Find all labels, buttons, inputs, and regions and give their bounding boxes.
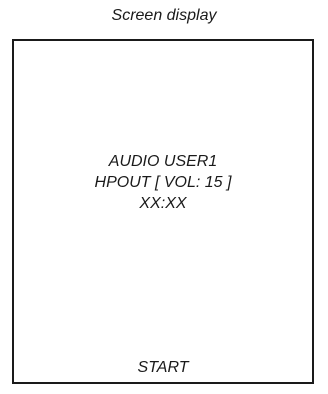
screen-display: AUDIO USER1 HPOUT [ VOL: 15 ] XX:XX STAR… <box>12 39 314 384</box>
time-line: XX:XX <box>139 195 187 212</box>
figure-caption: Screen display <box>111 7 217 24</box>
output-volume-line: HPOUT [ VOL: 15 ] <box>94 174 232 191</box>
start-label: START <box>137 359 189 376</box>
audio-mode-line: AUDIO USER1 <box>108 153 218 170</box>
screen-text-block: AUDIO USER1 HPOUT [ VOL: 15 ] XX:XX <box>14 151 312 214</box>
